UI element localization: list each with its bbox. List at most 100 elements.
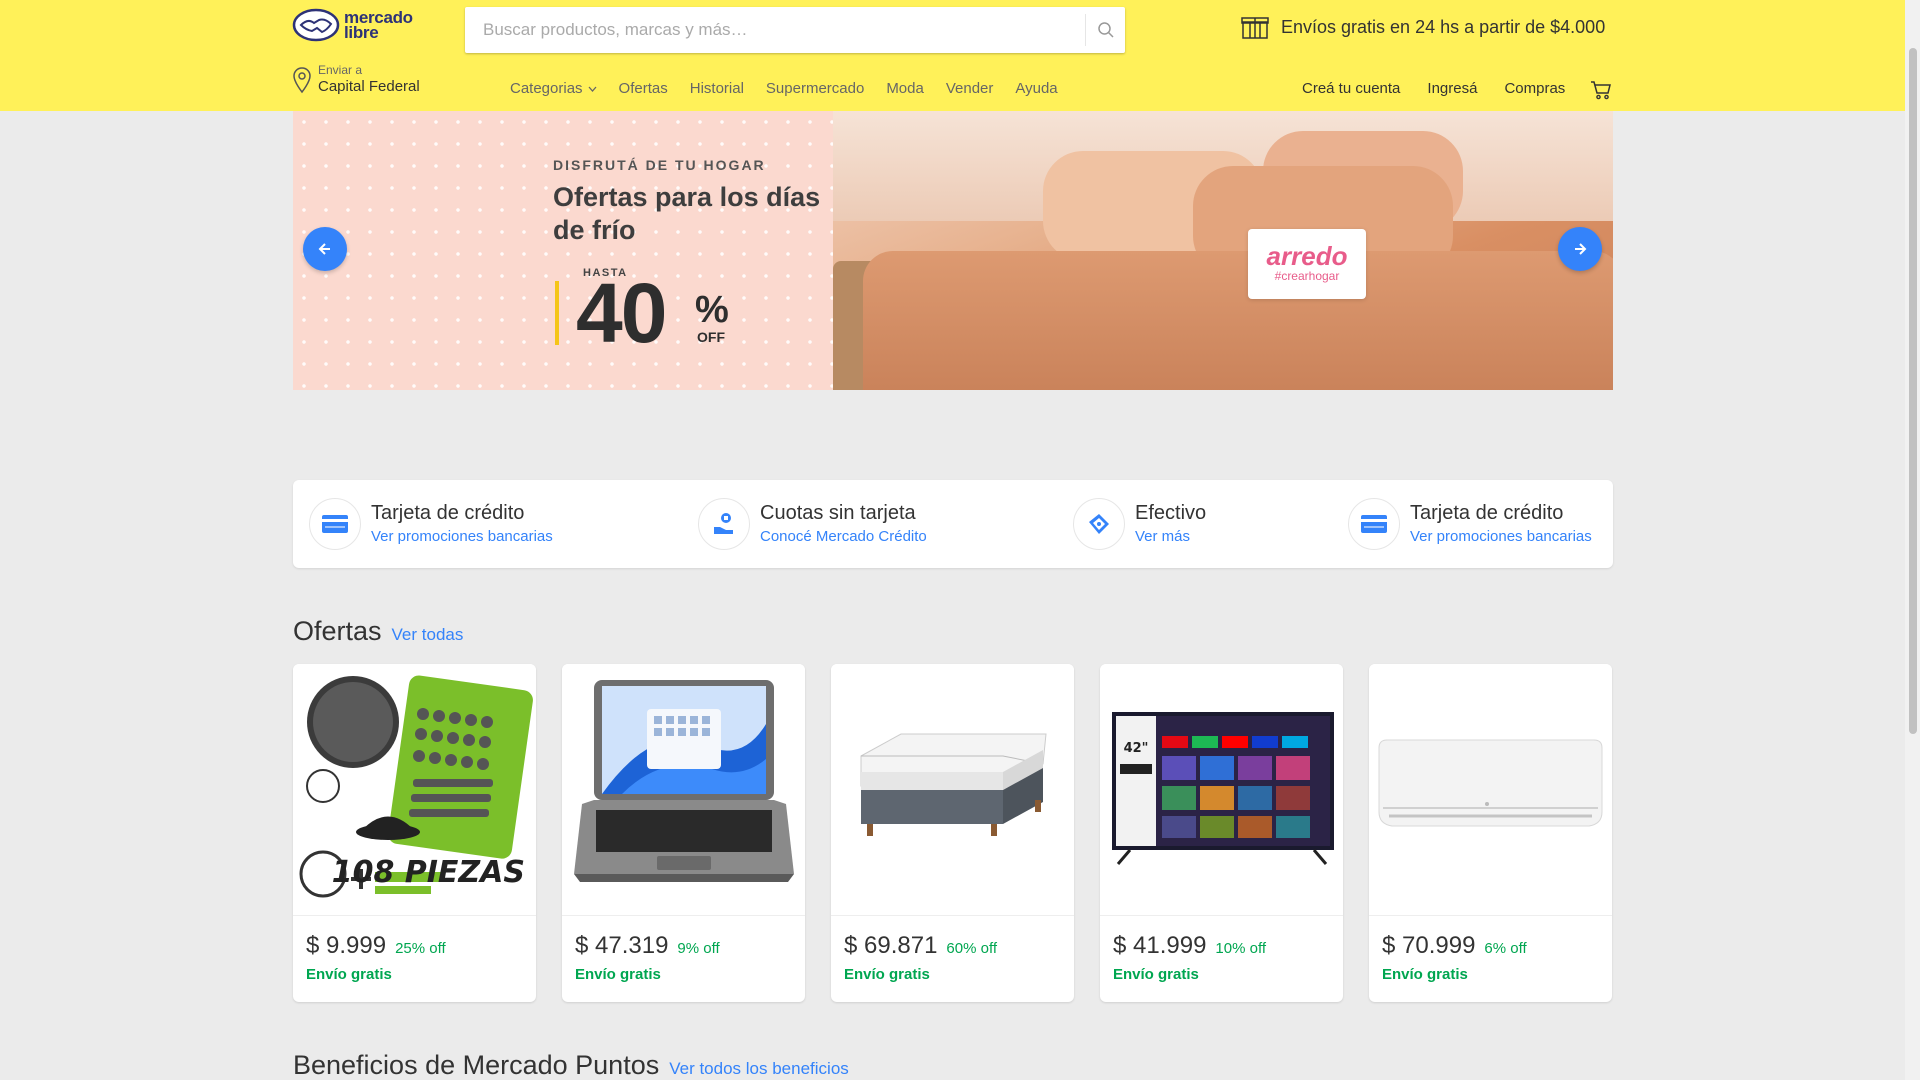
- logo-line-2: libre: [344, 23, 379, 42]
- nav-supermercado[interactable]: Supermercado: [766, 80, 864, 97]
- free-shipping-label: Envío gratis: [306, 966, 392, 983]
- arrow-right-icon: [1575, 243, 1587, 255]
- price-row: $ 9.999 25% off: [306, 932, 446, 960]
- cart-icon: [1591, 81, 1611, 100]
- mercadolibre-logo[interactable]: mercado libre: [292, 8, 413, 42]
- login-link[interactable]: Ingresá: [1427, 80, 1477, 97]
- payment-link[interactable]: Ver promociones bancarias: [371, 527, 553, 547]
- payment-title: Tarjeta de crédito: [371, 502, 525, 524]
- free-shipping-label: Envío gratis: [1382, 966, 1468, 983]
- user-nav: Creá tu cuenta Ingresá Compras: [1302, 80, 1565, 97]
- offer-card[interactable]: 42" $ 41.999 10% off Envío gratis: [1100, 664, 1343, 1002]
- payment-methods-panel: Tarjeta de crédito Ver promociones banca…: [293, 480, 1613, 568]
- price-row: $ 70.999 6% off: [1382, 932, 1527, 960]
- product-image-mattress: [831, 664, 1074, 916]
- bed-sheet: [863, 251, 1613, 390]
- nav-ofertas[interactable]: Ofertas: [619, 80, 668, 97]
- offer-card[interactable]: $ 47.319 9% off Envío gratis: [562, 664, 805, 1002]
- payment-installments[interactable]: Cuotas sin tarjeta Conocé Mercado Crédit…: [698, 498, 927, 550]
- product-image-tool-set: 108 PIEZAS: [293, 664, 536, 916]
- search-icon: [1097, 22, 1114, 38]
- carousel-prev-button[interactable]: [303, 227, 347, 271]
- payment-link[interactable]: Ver más: [1135, 527, 1206, 547]
- location-value: Capital Federal: [318, 78, 420, 95]
- offer-card[interactable]: $ 69.871 60% off Envío gratis: [831, 664, 1074, 1002]
- product-discount: 6% off: [1484, 940, 1527, 957]
- carousel-next-button[interactable]: [1558, 227, 1602, 271]
- credit-card-icon: [309, 498, 361, 550]
- shipping-promo[interactable]: Envíos gratis en 24 hs a partir de $4.00…: [1241, 14, 1605, 40]
- offer-card[interactable]: $ 70.999 6% off Envío gratis: [1369, 664, 1612, 1002]
- payment-cash[interactable]: Efectivo Ver más: [1073, 498, 1206, 550]
- banner-percent-sign: %: [695, 289, 729, 331]
- free-shipping-label: Envío gratis: [575, 966, 661, 983]
- credit-card-icon: [1348, 498, 1400, 550]
- banner-off: OFF: [697, 329, 725, 345]
- offers-title: Ofertas: [293, 616, 382, 646]
- price-row: $ 41.999 10% off: [1113, 932, 1266, 960]
- tool-set-pieces-text: 108 PIEZAS: [332, 855, 525, 890]
- payment-title: Cuotas sin tarjeta: [760, 502, 916, 524]
- offers-header: Ofertas Ver todas: [293, 616, 463, 647]
- payment-title: Tarjeta de crédito: [1410, 502, 1564, 524]
- product-image-air-conditioner: [1369, 664, 1612, 916]
- payment-credit-card[interactable]: Tarjeta de crédito Ver promociones banca…: [309, 498, 553, 550]
- chevron-down-icon: [588, 86, 597, 92]
- handshake-logo-icon: [292, 8, 340, 42]
- nav-historial[interactable]: Historial: [690, 80, 744, 97]
- main-nav: Categorias Ofertas Historial Supermercad…: [510, 80, 1058, 97]
- product-image-smart-tv: 42": [1100, 664, 1343, 916]
- payment-credit-card-2[interactable]: Tarjeta de crédito Ver promociones banca…: [1348, 498, 1592, 550]
- offer-card[interactable]: 108 PIEZAS $ 9.999 25% off Envío gratis: [293, 664, 536, 1002]
- offers-see-all-link[interactable]: Ver todas: [392, 625, 464, 645]
- installments-icon: [698, 498, 750, 550]
- payment-link[interactable]: Conocé Mercado Crédito: [760, 527, 927, 547]
- product-discount: 9% off: [677, 940, 720, 957]
- product-price: $ 69.871: [844, 932, 938, 959]
- header: mercado libre Envíos gratis en 24 hs a p…: [0, 0, 1905, 111]
- nav-vender[interactable]: Vender: [946, 80, 994, 97]
- cash-icon: [1073, 498, 1125, 550]
- product-discount: 60% off: [946, 940, 998, 957]
- location-selector[interactable]: Enviar a Capital Federal: [292, 64, 420, 96]
- free-shipping-label: Envío gratis: [1113, 966, 1199, 983]
- page-scrollbar[interactable]: [1905, 0, 1920, 1080]
- banner-headline: Ofertas para los días de frío: [553, 182, 821, 245]
- price-row: $ 47.319 9% off: [575, 932, 720, 960]
- nav-ayuda[interactable]: Ayuda: [1015, 80, 1057, 97]
- product-price: $ 9.999: [306, 932, 387, 959]
- benefits-see-all-link[interactable]: Ver todos los beneficios: [669, 1059, 849, 1079]
- benefits-header: Beneficios de Mercado Puntos Ver todos l…: [293, 1050, 849, 1080]
- banner-accent-bar: [555, 281, 559, 345]
- scrollbar-thumb[interactable]: [1909, 48, 1917, 734]
- benefits-title: Beneficios de Mercado Puntos: [293, 1050, 660, 1080]
- product-image-laptop: [562, 664, 805, 916]
- price-row: $ 69.871 60% off: [844, 932, 997, 960]
- tv-size-text: 42": [1124, 741, 1149, 756]
- product-discount: 10% off: [1215, 940, 1267, 957]
- payment-link[interactable]: Ver promociones bancarias: [1410, 527, 1592, 547]
- promo-carousel[interactable]: DISFRUTÁ DE TU HOGAR Ofertas para los dí…: [293, 111, 1613, 390]
- location-label: Enviar a: [318, 63, 363, 77]
- arredo-brand-card: arredo #crearhogar: [1248, 229, 1366, 299]
- nav-categorias[interactable]: Categorias: [510, 80, 597, 97]
- cart-button[interactable]: [1590, 80, 1612, 105]
- arrow-left-icon: [318, 243, 330, 255]
- banner-text-panel: DISFRUTÁ DE TU HOGAR Ofertas para los dí…: [293, 111, 833, 390]
- banner-kicker: DISFRUTÁ DE TU HOGAR: [553, 157, 766, 173]
- product-discount: 25% off: [395, 940, 446, 957]
- nav-categorias-label: Categorias: [510, 80, 583, 97]
- search-bar: [465, 7, 1125, 53]
- brand-name: arredo: [1266, 241, 1348, 271]
- brand-tag: #crearhogar: [1274, 269, 1340, 283]
- create-account-link[interactable]: Creá tu cuenta: [1302, 80, 1400, 97]
- purchases-link[interactable]: Compras: [1504, 80, 1565, 97]
- banner-bed-image: arredo #crearhogar: [833, 111, 1613, 390]
- search-button[interactable]: [1085, 14, 1125, 46]
- product-price: $ 41.999: [1113, 932, 1207, 959]
- search-input[interactable]: [465, 7, 1085, 53]
- payment-title: Efectivo: [1135, 502, 1207, 524]
- banner-percent: 40: [576, 266, 667, 360]
- nav-moda[interactable]: Moda: [886, 80, 924, 97]
- gift-box-icon: [1241, 17, 1269, 39]
